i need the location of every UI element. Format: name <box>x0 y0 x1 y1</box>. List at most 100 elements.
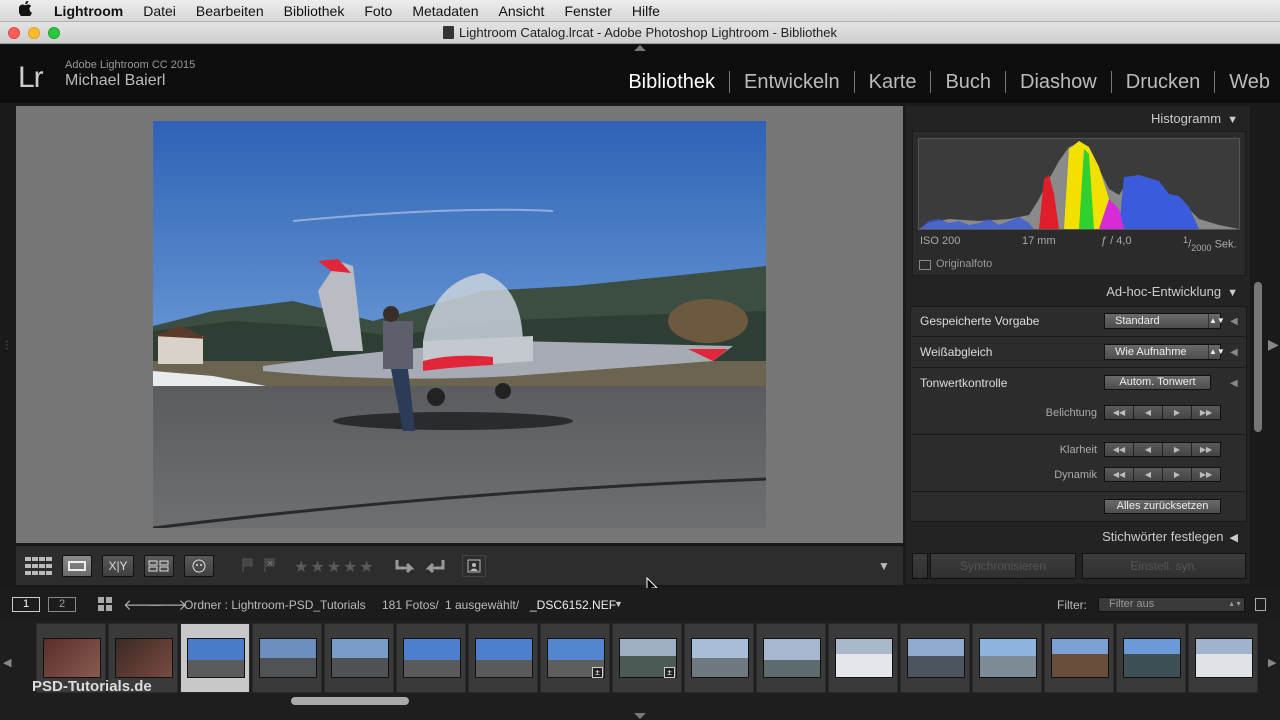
crop-icon[interactable] <box>462 555 486 577</box>
decrease-large-icon[interactable]: ◀◀ <box>1105 468 1134 481</box>
sync-toggle-switch[interactable] <box>912 553 928 579</box>
right-panel-toggle-icon[interactable]: ▶ <box>1268 336 1279 353</box>
filmstrip-thumbnail[interactable] <box>252 623 322 693</box>
apple-icon[interactable] <box>0 0 50 20</box>
original-photo-checkbox[interactable] <box>919 260 931 270</box>
filmstrip-thumbnail[interactable] <box>684 623 754 693</box>
filmstrip-thumbnail[interactable] <box>396 623 466 693</box>
auto-tone-button[interactable]: Autom. Tonwert <box>1104 375 1211 390</box>
reset-all-button[interactable]: Alles zurücksetzen <box>1104 499 1221 514</box>
star-icon[interactable]: ★ <box>343 559 359 576</box>
second-screen-button[interactable]: 2 <box>48 597 76 612</box>
filmstrip-left-arrow-icon[interactable]: ◀ <box>3 656 11 669</box>
filmstrip-thumbnail[interactable] <box>900 623 970 693</box>
minimize-window-button[interactable] <box>28 27 40 39</box>
forward-arrow-icon[interactable]: 🡒 <box>147 595 187 614</box>
main-screen-button[interactable]: 1 <box>12 597 40 612</box>
survey-view-icon[interactable] <box>144 555 174 577</box>
menu-lightroom[interactable]: Lightroom <box>50 3 133 19</box>
decrease-small-icon[interactable]: ◀ <box>1134 468 1163 481</box>
increase-small-icon[interactable]: ▶ <box>1163 468 1192 481</box>
increase-small-icon[interactable]: ▶ <box>1163 406 1192 419</box>
module-buch[interactable]: Buch <box>931 71 1007 93</box>
filter-select[interactable]: Filter aus ▲▼ <box>1098 597 1245 612</box>
menu-foto[interactable]: Foto <box>354 3 402 19</box>
decrease-small-icon[interactable]: ◀ <box>1134 443 1163 456</box>
thumbnail-image <box>115 638 173 678</box>
module-diashow[interactable]: Diashow <box>1006 71 1112 93</box>
decrease-large-icon[interactable]: ◀◀ <box>1105 443 1134 456</box>
module-karte[interactable]: Karte <box>855 71 932 93</box>
decrease-small-icon[interactable]: ◀ <box>1134 406 1163 419</box>
increase-large-icon[interactable]: ▶▶ <box>1192 468 1220 481</box>
filmstrip-thumbnail[interactable] <box>756 623 826 693</box>
flag-icon[interactable] <box>242 558 254 572</box>
zoom-window-button[interactable] <box>48 27 60 39</box>
exposure-stepper[interactable]: ◀◀ ◀ ▶ ▶▶ <box>1104 405 1221 420</box>
sync-settings-button[interactable]: Einstell. syn. <box>1082 553 1246 579</box>
module-drucken[interactable]: Drucken <box>1112 71 1216 93</box>
menu-hilfe[interactable]: Hilfe <box>622 3 670 19</box>
filename-dropdown-icon[interactable]: ▼ <box>614 599 623 609</box>
module-bibliothek[interactable]: Bibliothek <box>614 71 731 93</box>
rotate-left-icon[interactable] <box>394 556 416 576</box>
module-web[interactable]: Web <box>1215 71 1270 93</box>
reject-flag-icon[interactable] <box>264 558 276 572</box>
loupe-view-icon[interactable] <box>62 555 92 577</box>
increase-large-icon[interactable]: ▶▶ <box>1192 406 1220 419</box>
right-panel-scrollbar[interactable] <box>1254 282 1262 432</box>
rotate-right-icon[interactable] <box>424 556 446 576</box>
compare-view-icon[interactable]: X|Y <box>102 555 134 577</box>
filmstrip-thumbnail[interactable] <box>1116 623 1186 693</box>
filmstrip-thumbnail[interactable]: ± <box>540 623 610 693</box>
expand-triangle-icon[interactable]: ◀ <box>1230 347 1238 358</box>
synchronize-button[interactable]: Synchronisieren <box>930 553 1076 579</box>
collapse-filmstrip-icon[interactable] <box>634 713 646 719</box>
expand-triangle-icon[interactable]: ◀ <box>1230 316 1238 327</box>
people-view-icon[interactable] <box>184 555 214 577</box>
left-panel-toggle-icon[interactable]: ⋮ <box>2 340 12 351</box>
star-icon[interactable]: ★ <box>359 559 375 576</box>
main-photo[interactable] <box>153 121 766 528</box>
filmstrip-right-arrow-icon[interactable]: ▶ <box>1268 656 1276 669</box>
expand-triangle-icon[interactable]: ◀ <box>1230 378 1238 389</box>
menu-bibliothek[interactable]: Bibliothek <box>274 3 355 19</box>
grid-icon[interactable] <box>98 597 112 611</box>
menu-metadaten[interactable]: Metadaten <box>402 3 488 19</box>
white-balance-select[interactable]: Wie Aufnahme ▲▼ <box>1104 344 1225 360</box>
current-filename[interactable]: _DSC6152.NEF <box>530 598 616 612</box>
star-rating[interactable]: ★★★★★ <box>294 557 376 577</box>
filmstrip-thumbnail[interactable] <box>1188 623 1258 693</box>
saved-preset-select[interactable]: Standard ▲▼ <box>1104 313 1225 329</box>
menu-datei[interactable]: Datei <box>133 3 186 19</box>
module-entwickeln[interactable]: Entwickeln <box>730 71 855 93</box>
star-icon[interactable]: ★ <box>294 559 310 576</box>
star-icon[interactable]: ★ <box>310 559 326 576</box>
vibrance-stepper[interactable]: ◀◀ ◀ ▶ ▶▶ <box>1104 467 1221 482</box>
keywording-header[interactable]: Stichwörter festlegen ◀ <box>1102 529 1238 544</box>
filter-lock-icon[interactable] <box>1255 598 1266 611</box>
menu-fenster[interactable]: Fenster <box>554 3 621 19</box>
quick-develop-header[interactable]: Ad-hoc-Entwicklung ▼ <box>1106 284 1238 299</box>
folder-path[interactable]: Ordner : Lightroom-PSD_Tutorials <box>184 598 366 612</box>
menu-ansicht[interactable]: Ansicht <box>489 3 555 19</box>
histogram-header[interactable]: Histogramm ▼ <box>1151 111 1238 126</box>
decrease-large-icon[interactable]: ◀◀ <box>1105 406 1134 419</box>
increase-large-icon[interactable]: ▶▶ <box>1192 443 1220 456</box>
collapse-top-panel-icon[interactable] <box>634 45 646 51</box>
grid-view-icon[interactable] <box>24 555 54 577</box>
filmstrip-thumbnail[interactable] <box>828 623 898 693</box>
close-window-button[interactable] <box>8 27 20 39</box>
filmstrip-thumbnail[interactable]: ± <box>612 623 682 693</box>
menu-bearbeiten[interactable]: Bearbeiten <box>186 3 274 19</box>
filmstrip-thumbnail[interactable] <box>972 623 1042 693</box>
filmstrip-thumbnail[interactable] <box>324 623 394 693</box>
star-icon[interactable]: ★ <box>327 559 343 576</box>
increase-small-icon[interactable]: ▶ <box>1163 443 1192 456</box>
filmstrip-thumbnail[interactable] <box>180 623 250 693</box>
filmstrip-scrollbar[interactable] <box>291 697 409 705</box>
filmstrip-thumbnail[interactable] <box>468 623 538 693</box>
toolbar-dropdown-icon[interactable]: ▼ <box>878 559 890 573</box>
clarity-stepper[interactable]: ◀◀ ◀ ▶ ▶▶ <box>1104 442 1221 457</box>
filmstrip-thumbnail[interactable] <box>1044 623 1114 693</box>
